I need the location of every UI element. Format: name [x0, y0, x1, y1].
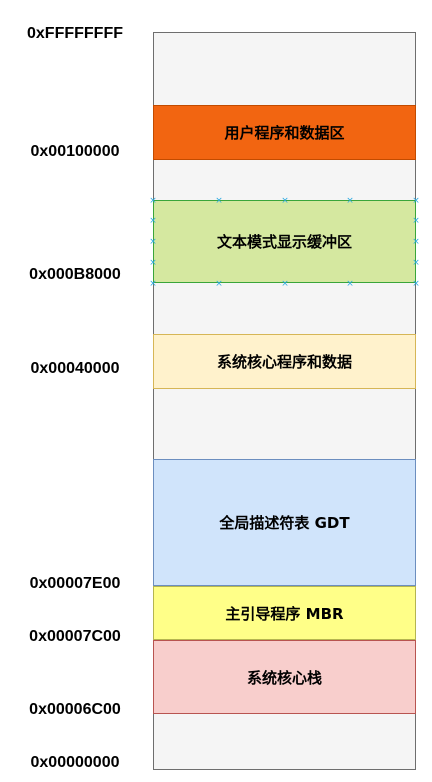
gdt-label: 全局描述符表 GDT — [219, 514, 350, 532]
address-label-00000000: 0x00000000 — [30, 754, 120, 771]
address-label-ffffffff: 0xFFFFFFFF — [27, 25, 123, 42]
text-mode-buffer-region[interactable]: 文本模式显示缓冲区 — [153, 200, 416, 283]
user-program-data-region[interactable]: 用户程序和数据区 — [153, 105, 416, 160]
address-label-000b8000: 0x000B8000 — [29, 266, 121, 283]
user-program-data-label: 用户程序和数据区 — [224, 124, 345, 142]
mbr-region[interactable]: 主引导程序 MBR — [153, 586, 416, 640]
gdt-region[interactable]: 全局描述符表 GDT — [153, 459, 416, 586]
address-label-00007e00: 0x00007E00 — [29, 575, 121, 592]
address-label-00007c00: 0x00007C00 — [29, 628, 121, 645]
kernel-stack-label: 系统核心栈 — [246, 668, 322, 687]
mbr-label: 主引导程序 MBR — [225, 604, 344, 623]
kernel-program-data-region[interactable]: 系统核心程序和数据 — [153, 334, 416, 389]
kernel-program-data-label: 系统核心程序和数据 — [216, 353, 352, 371]
address-label-00040000: 0x00040000 — [30, 360, 120, 377]
kernel-stack-region[interactable]: 系统核心栈 — [153, 640, 416, 714]
text-mode-buffer-label: 文本模式显示缓冲区 — [216, 233, 352, 251]
address-label-00006c00: 0x00006C00 — [29, 701, 121, 718]
address-label-00100000: 0x00100000 — [30, 143, 120, 160]
